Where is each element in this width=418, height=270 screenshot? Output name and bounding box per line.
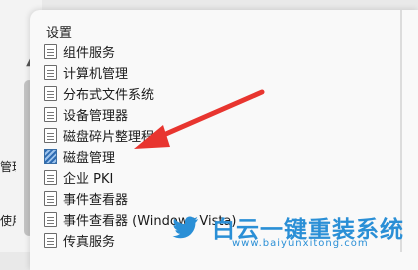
watermark-url: www.baiyunxitong.com	[232, 238, 369, 249]
watermark: 白云一键重装系统 www.baiyunxitong.com	[160, 208, 418, 252]
arrow-shaft	[149, 89, 265, 143]
arrow-head	[134, 125, 170, 149]
twitter-bird-icon	[172, 216, 198, 239]
